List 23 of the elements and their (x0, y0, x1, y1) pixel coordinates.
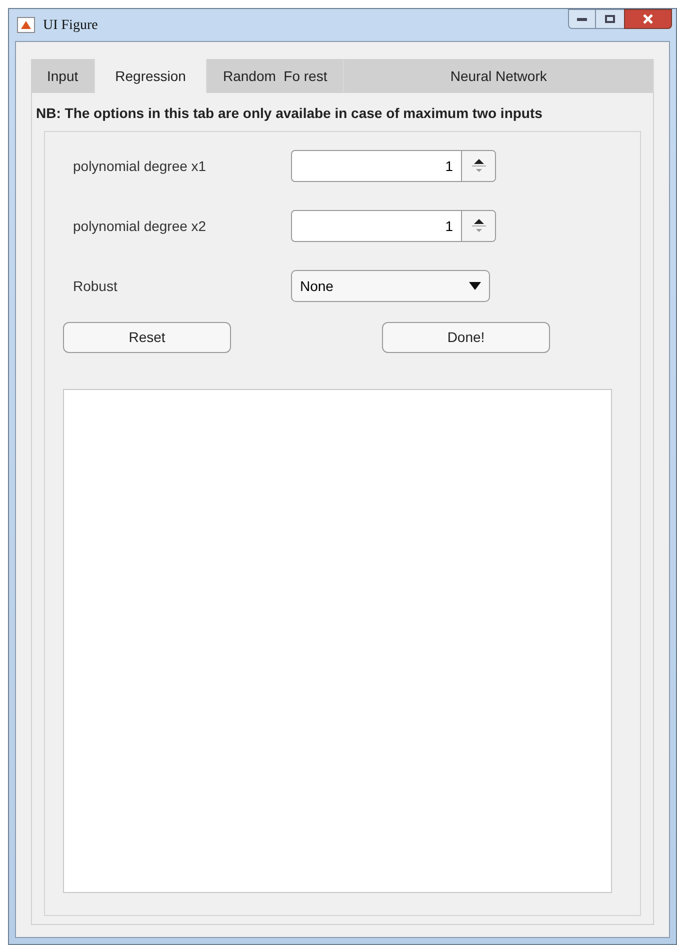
app-icon (17, 17, 35, 33)
tab[interactable]: Neural Network (344, 59, 654, 93)
close-icon (643, 14, 653, 24)
field-label: polynomial degree x1 (73, 156, 208, 176)
spinner-value: 1 (444, 157, 454, 176)
maximize-button[interactable] (596, 9, 624, 29)
number-spinner[interactable]: 1 (291, 210, 496, 242)
spin-arrows-icon[interactable] (472, 217, 486, 235)
field-label: polynomial degree x2 (73, 216, 208, 236)
close-button[interactable] (624, 9, 672, 29)
spin-arrows-icon[interactable] (472, 157, 486, 175)
robust-dropdown[interactable]: None (291, 270, 490, 302)
action-button[interactable]: Done! (382, 322, 550, 353)
note-text: NB: The options in this tab are only availabe in case of maximum two inputs (36, 105, 544, 121)
window-title: UI Figure (43, 16, 98, 34)
caret-icon (469, 282, 481, 290)
tab[interactable]: Random Fo rest (206, 59, 344, 93)
tab[interactable]: Input (31, 59, 96, 93)
minimize-button[interactable] (568, 9, 596, 29)
spinner-value: 1 (444, 217, 454, 236)
field-label: Robust (73, 276, 118, 296)
number-spinner[interactable]: 1 (291, 150, 496, 182)
action-button[interactable]: Reset (63, 322, 231, 353)
